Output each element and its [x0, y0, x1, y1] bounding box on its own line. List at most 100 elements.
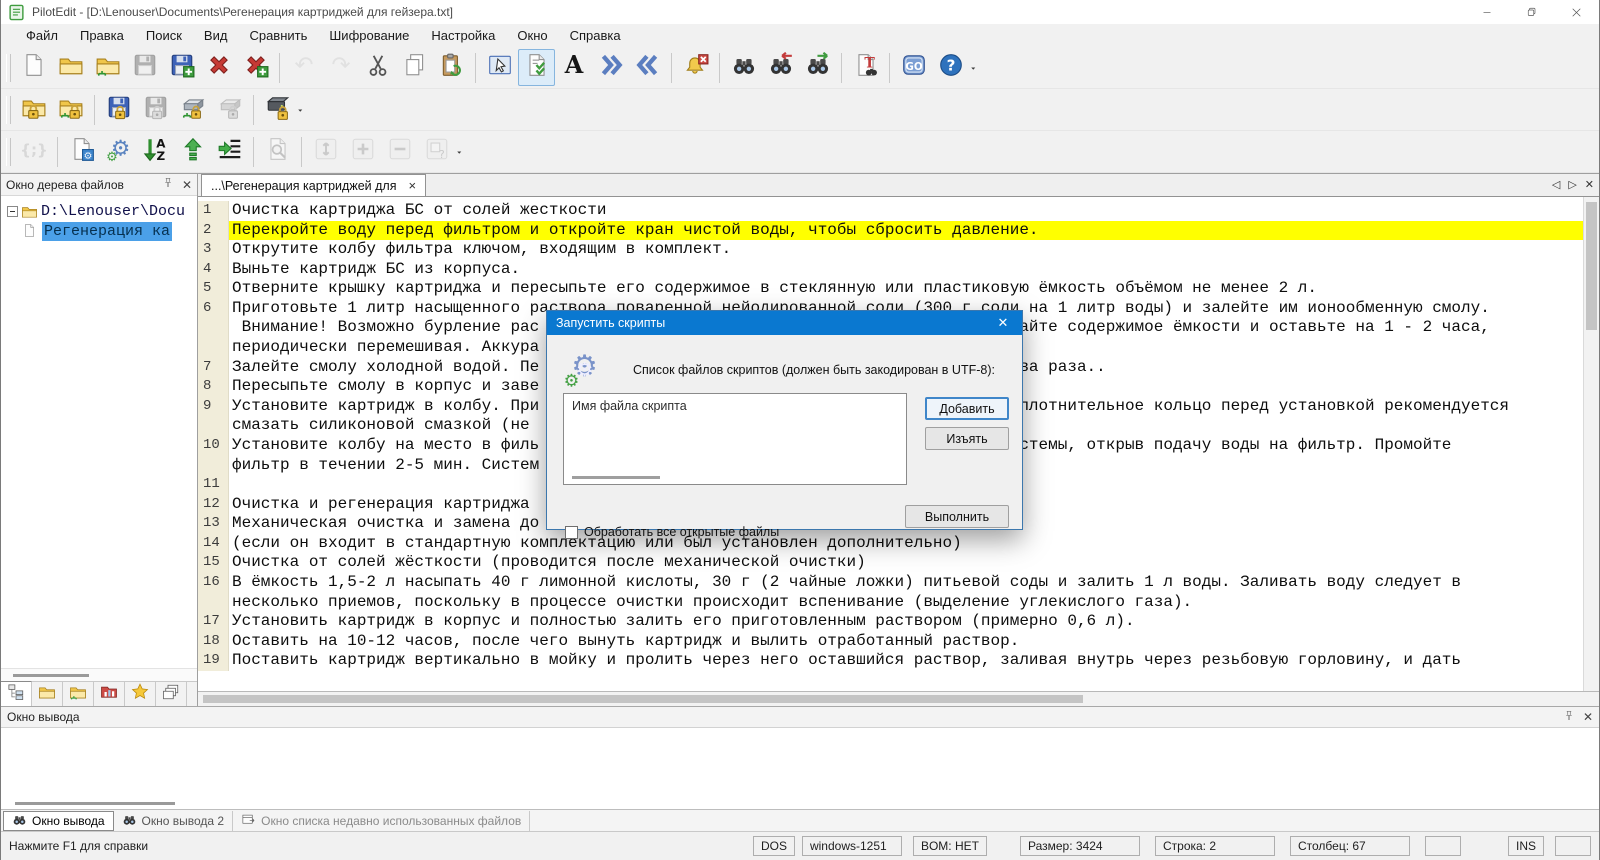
close-file-button[interactable]: [200, 49, 237, 86]
run-script-button[interactable]: [518, 49, 555, 86]
new-file-button[interactable]: [15, 49, 52, 86]
scrollbar-thumb[interactable]: [1586, 202, 1597, 330]
sort-az-button[interactable]: AZ: [137, 133, 174, 170]
close-all-button[interactable]: [237, 49, 274, 86]
document-tab[interactable]: ...\Регенерация картриджей для ×: [201, 174, 427, 196]
tree-collapse-icon[interactable]: [7, 205, 18, 217]
tree-horizontal-scrollbar[interactable]: [1, 668, 197, 681]
open-folder-lock-button[interactable]: [15, 91, 52, 128]
side-tab-folders[interactable]: [32, 682, 63, 706]
toolbar-grip[interactable]: [6, 137, 11, 166]
tree-item[interactable]: Регенерация ка: [1, 221, 197, 241]
editor-line[interactable]: 2 Перекройте воду перед фильтром и открой…: [198, 220, 1583, 241]
goto-button[interactable]: GO: [895, 49, 932, 86]
tab-scroll-left-icon[interactable]: ◁: [1552, 178, 1560, 191]
side-tab-tree-view[interactable]: [1, 681, 32, 706]
save-lock-disabled-button: [137, 91, 174, 128]
menu-item-сравнить[interactable]: Сравнить: [238, 26, 318, 45]
editor-line[interactable]: несколько приемов, поскольку в процессе …: [198, 592, 1583, 613]
editor-line[interactable]: 19 Поставить картридж вертикально в мойку…: [198, 651, 1583, 671]
output-tab[interactable]: Окно списка недавно использованных файло…: [233, 810, 531, 831]
indent-lines-button[interactable]: [211, 133, 248, 170]
editor-line[interactable]: 15 Очистка от солей жёсткости (проводится…: [198, 553, 1583, 573]
editor-line[interactable]: 17 Установить картридж в корпус и полност…: [198, 612, 1583, 632]
toolbar-overflow-caret-icon[interactable]: [296, 91, 310, 128]
editor-line[interactable]: 3 Открутите колбу фильтра ключом, входящи…: [198, 240, 1583, 260]
tab-close-icon[interactable]: ×: [408, 179, 416, 192]
open-folder-button[interactable]: [52, 49, 89, 86]
pin-icon[interactable]: [162, 177, 174, 192]
tab-scroll-right-icon[interactable]: ▷: [1568, 178, 1576, 191]
output-binoculars-icon: [12, 812, 27, 830]
editor-line[interactable]: 16 В ёмкость 1,5-2 л насыпать 40 г лимонн…: [198, 572, 1583, 593]
move-up-button[interactable]: [174, 133, 211, 170]
editor-line[interactable]: 1 Очистка картриджа БС от солей жесткости: [198, 201, 1583, 221]
doc-gear-button[interactable]: ⚙: [63, 133, 100, 170]
tab-bar-close-icon[interactable]: ✕: [1585, 178, 1594, 191]
drive-lock-button[interactable]: [259, 91, 296, 128]
script-file-list[interactable]: Имя файла скрипта: [563, 393, 907, 485]
editor-line[interactable]: 5 Отверните крышку картриджа и пересыпьте…: [198, 279, 1583, 299]
find-next-button[interactable]: [799, 49, 836, 86]
menu-item-вид[interactable]: Вид: [193, 26, 239, 45]
menu-item-шифрование[interactable]: Шифрование: [318, 26, 420, 45]
clear-bookmarks-button[interactable]: [677, 49, 714, 86]
side-tab-favorites[interactable]: [125, 682, 156, 706]
cut-button[interactable]: [359, 49, 396, 86]
restore-button[interactable]: [1509, 0, 1554, 24]
paste-button[interactable]: [433, 49, 470, 86]
editor-line[interactable]: 4 Выньте картридж БС из корпуса.: [198, 259, 1583, 280]
remove-button[interactable]: Изъять: [925, 427, 1009, 450]
output-tab[interactable]: Окно вывода 2: [114, 810, 234, 831]
menu-item-окно[interactable]: Окно: [506, 26, 558, 45]
toolbar-grip[interactable]: [6, 95, 11, 124]
menu-item-настройка[interactable]: Настройка: [420, 26, 506, 45]
editor-horizontal-scrollbar[interactable]: [198, 691, 1599, 706]
close-icon[interactable]: ✕: [182, 178, 192, 192]
dialog-close-icon[interactable]: ✕: [984, 311, 1022, 335]
select-mode-button[interactable]: [481, 49, 518, 86]
tree-item[interactable]: D:\Lenouser\Docu: [1, 201, 197, 221]
menu-item-поиск[interactable]: Поиск: [135, 26, 193, 45]
side-tab-window-list[interactable]: [156, 682, 187, 706]
find-button[interactable]: [725, 49, 762, 86]
font-button[interactable]: A: [555, 49, 592, 86]
add-button[interactable]: Добавить: [925, 397, 1009, 420]
open-ftp-button[interactable]: [89, 49, 126, 86]
editor-line[interactable]: 14 (если он входит в стандартную комплект…: [198, 533, 1583, 554]
scrollbar-thumb[interactable]: [15, 802, 175, 805]
menu-item-правка[interactable]: Правка: [69, 26, 135, 45]
dialog-title-bar[interactable]: Запустить скрипты ✕: [547, 311, 1022, 335]
scrollbar-thumb[interactable]: [572, 476, 660, 479]
scrollbar-thumb[interactable]: [13, 674, 89, 677]
save-lock-button[interactable]: [100, 91, 137, 128]
pin-icon[interactable]: [1563, 710, 1575, 725]
pilotedit-icon: [8, 4, 25, 21]
scrollbar-thumb[interactable]: [203, 695, 1083, 703]
shift-right-button[interactable]: [592, 49, 629, 86]
server-lock-button[interactable]: [174, 91, 211, 128]
close-button[interactable]: [1554, 0, 1599, 24]
find-replace-button[interactable]: T: [847, 49, 884, 86]
gears-button[interactable]: ⚙ ⚙: [100, 133, 137, 170]
output-tab[interactable]: Окно вывода: [3, 810, 114, 831]
copy-button[interactable]: [396, 49, 433, 86]
side-tab-project-stats[interactable]: [94, 682, 125, 706]
menu-item-файл[interactable]: Файл: [15, 26, 69, 45]
close-icon[interactable]: ✕: [1583, 710, 1593, 724]
save-all-button[interactable]: [163, 49, 200, 86]
editor-vertical-scrollbar[interactable]: [1583, 197, 1599, 691]
process-all-files-checkbox[interactable]: [565, 525, 578, 539]
shift-left-button[interactable]: [629, 49, 666, 86]
find-prev-button[interactable]: [762, 49, 799, 86]
side-tab-ftp-folders[interactable]: [63, 682, 94, 706]
open-ftp-lock-button[interactable]: [52, 91, 89, 128]
menu-item-справка[interactable]: Справка: [559, 26, 632, 45]
toolbar-overflow-caret-icon[interactable]: [969, 49, 983, 86]
run-button[interactable]: Выполнить: [905, 505, 1009, 528]
editor-line[interactable]: 18 Оставить на 10-12 часов, после чего вы…: [198, 631, 1583, 652]
toolbar-grip[interactable]: [6, 53, 11, 82]
minimize-button[interactable]: [1464, 0, 1509, 24]
toolbar-overflow-caret-icon[interactable]: [455, 133, 469, 170]
help-button[interactable]: ?: [932, 49, 969, 86]
